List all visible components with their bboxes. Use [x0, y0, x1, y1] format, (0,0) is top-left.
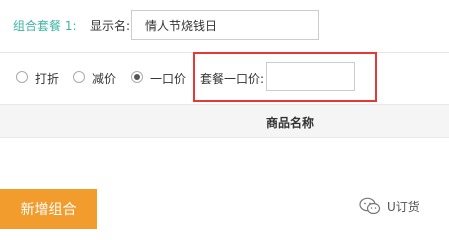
fixed-price-input[interactable] — [266, 62, 355, 91]
reduce-price-radio[interactable] — [73, 71, 85, 83]
table-header: 商品名称 — [0, 104, 449, 138]
reduce-price-radio-label[interactable]: 减价 — [92, 70, 116, 87]
column-header-product-name: 商品名称 — [266, 116, 315, 130]
add-group-button[interactable]: 新增组合 — [0, 189, 97, 229]
watermark: U订货 — [359, 197, 420, 215]
fixed-price-radio[interactable] — [131, 71, 143, 83]
fixed-price-radio-label[interactable]: 一口价 — [150, 70, 186, 87]
fixed-price-label: 套餐一口价: — [200, 72, 265, 86]
combo-header-row: 组合套餐 1: 显示名: — [0, 0, 449, 52]
group-label: 组合套餐 1: — [13, 19, 77, 33]
watermark-text: U订货 — [387, 199, 420, 214]
wechat-icon — [359, 197, 381, 215]
discount-radio-label[interactable]: 打折 — [35, 70, 59, 87]
discount-radio[interactable] — [16, 71, 28, 83]
radio-selected-dot — [134, 74, 140, 80]
display-name-input[interactable] — [131, 10, 319, 40]
display-name-label: 显示名: — [90, 19, 131, 33]
